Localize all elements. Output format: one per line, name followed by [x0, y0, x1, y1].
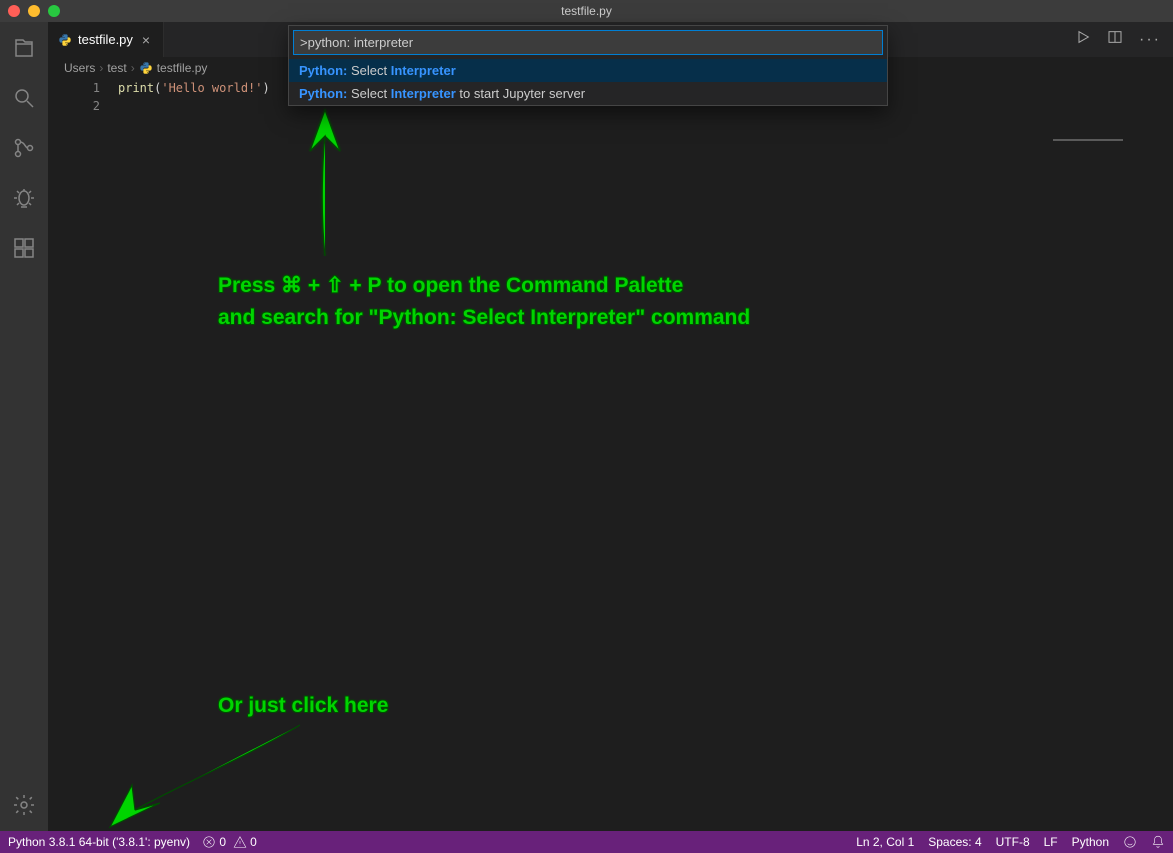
explorer-icon[interactable] — [0, 30, 48, 66]
error-count-icon — [202, 835, 216, 849]
debug-icon[interactable] — [0, 180, 48, 216]
breadcrumb-segment[interactable]: Users — [64, 61, 95, 75]
editor-area: testfile.py × ··· Users › test — [48, 22, 1173, 831]
chevron-right-icon: › — [99, 61, 103, 75]
tab-filename: testfile.py — [78, 32, 133, 47]
breadcrumb-segment[interactable]: testfile.py — [157, 61, 208, 75]
window-controls — [0, 5, 60, 17]
language-mode-selector[interactable]: Python — [1072, 835, 1109, 849]
line-number: 2 — [48, 97, 100, 115]
match-highlight: Python: — [299, 63, 347, 78]
warning-count: 0 — [250, 835, 257, 849]
command-palette-item[interactable]: Python: Select Interpreter to start Jupy… — [289, 82, 887, 105]
code-token-string: 'Hello world!' — [161, 81, 262, 95]
close-window-button[interactable] — [8, 5, 20, 17]
annotation-arrow-bottom — [100, 715, 310, 835]
notifications-icon[interactable] — [1151, 835, 1165, 850]
chevron-right-icon: › — [131, 61, 135, 75]
python-interpreter-selector[interactable]: Python 3.8.1 64-bit ('3.8.1': pyenv) — [8, 835, 190, 849]
python-file-icon — [139, 61, 153, 75]
warning-count-icon — [233, 835, 247, 849]
search-icon[interactable] — [0, 80, 48, 116]
annotation-arrow-top — [298, 106, 358, 256]
command-palette-item[interactable]: Python: Select Interpreter — [289, 59, 887, 82]
feedback-icon[interactable] — [1123, 835, 1137, 850]
cursor-position[interactable]: Ln 2, Col 1 — [856, 835, 914, 849]
match-highlight: Python: — [299, 86, 347, 101]
command-palette-input[interactable] — [293, 30, 883, 55]
error-count: 0 — [219, 835, 226, 849]
split-editor-icon[interactable] — [1107, 29, 1123, 50]
more-actions-icon[interactable]: ··· — [1139, 31, 1161, 49]
extensions-icon[interactable] — [0, 230, 48, 266]
indentation-selector[interactable]: Spaces: 4 — [928, 835, 981, 849]
code-token-fn: print — [118, 81, 154, 95]
command-palette-results: Python: Select Interpreter Python: Selec… — [289, 59, 887, 105]
eol-selector[interactable]: LF — [1044, 835, 1058, 849]
python-file-icon — [58, 33, 72, 47]
code-token: ) — [263, 81, 270, 95]
match-highlight: Interpreter — [391, 63, 456, 78]
line-number: 1 — [48, 79, 100, 97]
close-tab-icon[interactable]: × — [139, 33, 153, 47]
fullscreen-window-button[interactable] — [48, 5, 60, 17]
run-button[interactable] — [1075, 29, 1091, 50]
annotation-text-top: Press ⌘ + ⇧ + P to open the Command Pale… — [218, 270, 750, 333]
window-title: testfile.py — [0, 4, 1173, 18]
settings-gear-icon[interactable] — [0, 787, 48, 823]
activity-bar — [0, 22, 48, 831]
match-highlight: Interpreter — [391, 86, 456, 101]
problems-status[interactable]: 0 0 — [202, 835, 257, 850]
editor-tab-testfile[interactable]: testfile.py × — [48, 22, 164, 57]
source-control-icon[interactable] — [0, 130, 48, 166]
titlebar: testfile.py — [0, 0, 1173, 22]
minimize-window-button[interactable] — [28, 5, 40, 17]
command-palette: Python: Select Interpreter Python: Selec… — [288, 25, 888, 106]
encoding-selector[interactable]: UTF-8 — [996, 835, 1030, 849]
breadcrumb-segment[interactable]: test — [107, 61, 126, 75]
